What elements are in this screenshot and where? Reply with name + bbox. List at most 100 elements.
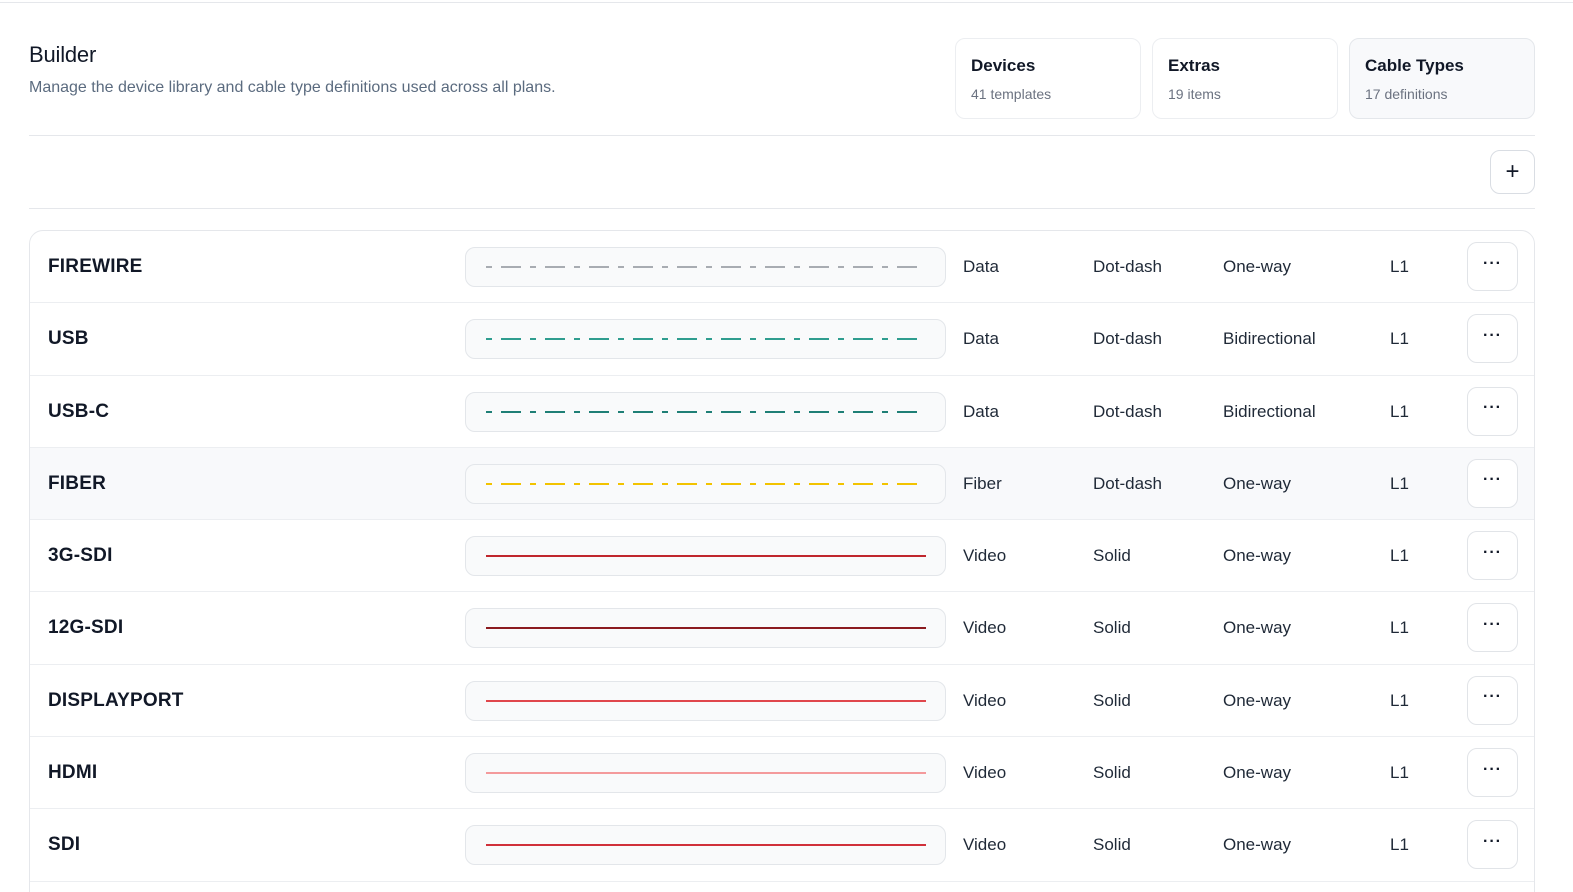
more-horizontal-icon: ··· [1483, 543, 1502, 561]
cable-category: Data [963, 257, 999, 276]
cable-name: 3G-SDI [48, 545, 113, 567]
cable-name: USB-C [48, 400, 110, 422]
cable-line-style: Dot-dash [1093, 329, 1162, 349]
cable-line-icon [486, 627, 926, 630]
more-horizontal-icon: ··· [1483, 471, 1502, 489]
table-row[interactable]: USB-C Data Dot-dash Bidirectional L1 ··· [30, 376, 1534, 448]
cable-line-icon [486, 266, 926, 268]
cable-line-style: Solid [1093, 546, 1131, 566]
cable-direction: One-way [1223, 835, 1292, 855]
cable-line-icon [486, 410, 926, 413]
cable-line-icon [486, 844, 926, 847]
row-more-button[interactable]: ··· [1467, 603, 1518, 653]
cable-line-preview [465, 247, 946, 287]
cable-category: Data [963, 401, 999, 421]
row-more-button[interactable]: ··· [1467, 531, 1518, 581]
table-row[interactable]: DISPLAYPORT Video Solid One-way L1 ··· [30, 665, 1534, 738]
cable-line-icon [486, 699, 926, 702]
more-horizontal-icon: ··· [1483, 760, 1502, 778]
cable-line-style: Dot-dash [1093, 257, 1162, 276]
stat-card-cable-types[interactable]: Cable Types 17 definitions [1349, 38, 1535, 119]
table-row[interactable]: FIBER Fiber Dot-dash One-way L1 ··· [30, 447, 1534, 521]
cable-direction: One-way [1223, 546, 1292, 566]
stat-value: 19 items [1168, 86, 1221, 102]
cable-line-style: Solid [1093, 763, 1131, 783]
cable-line-preview [465, 608, 946, 649]
cable-category: Video [963, 546, 1007, 566]
cable-line-preview [465, 536, 946, 577]
cable-line-preview [465, 680, 946, 721]
cable-level: L1 [1390, 401, 1409, 421]
cable-category: Fiber [963, 473, 1002, 493]
top-divider [0, 2, 1573, 3]
page-title: Builder [29, 42, 97, 67]
cable-name: HDMI [48, 762, 98, 784]
cable-line-preview [465, 753, 946, 794]
cable-line-style: Solid [1093, 835, 1131, 855]
cable-direction: One-way [1223, 618, 1292, 638]
row-more-button[interactable]: ··· [1467, 314, 1518, 364]
cable-direction: One-way [1223, 690, 1292, 710]
more-horizontal-icon: ··· [1483, 326, 1502, 344]
cable-category: Data [963, 329, 999, 349]
cable-line-preview [465, 463, 946, 504]
row-more-button[interactable]: ··· [1467, 748, 1518, 798]
cable-category: Video [963, 618, 1007, 638]
cable-name: FIREWIRE [48, 256, 143, 277]
cable-level: L1 [1390, 257, 1409, 276]
cable-level: L1 [1390, 329, 1409, 349]
cable-level: L1 [1390, 763, 1409, 783]
cable-direction: Bidirectional [1223, 401, 1316, 421]
more-horizontal-icon: ··· [1483, 399, 1502, 417]
cable-direction: One-way [1223, 763, 1292, 783]
cable-level: L1 [1390, 473, 1409, 493]
plus-icon: + [1505, 158, 1520, 185]
add-cable-type-button[interactable]: + [1490, 150, 1535, 194]
row-more-button[interactable]: ··· [1467, 242, 1518, 291]
cable-name: DISPLAYPORT [48, 689, 184, 711]
row-more-button[interactable]: ··· [1467, 675, 1518, 725]
cable-direction: Bidirectional [1223, 329, 1316, 349]
cable-direction: One-way [1223, 257, 1292, 276]
page-header: Builder Manage the device library and ca… [29, 38, 1535, 120]
cable-category: Video [963, 835, 1007, 855]
row-more-button[interactable]: ··· [1467, 386, 1518, 436]
cable-direction: One-way [1223, 473, 1292, 493]
more-horizontal-icon: ··· [1483, 615, 1502, 633]
cable-line-icon [486, 555, 926, 558]
table-row[interactable]: 12G-SDI Video Solid One-way L1 ··· [30, 592, 1534, 665]
stat-card-devices[interactable]: Devices 41 templates [955, 38, 1141, 119]
more-horizontal-icon: ··· [1483, 254, 1502, 272]
toolbar-divider [29, 208, 1535, 209]
cable-line-icon [486, 338, 926, 341]
stat-label: Extras [1168, 56, 1220, 75]
cable-line-style: Dot-dash [1093, 401, 1162, 421]
more-horizontal-icon: ··· [1483, 832, 1502, 850]
cable-line-preview [465, 825, 946, 866]
cable-types-table: FIREWIRE Data Dot-dash One-way L1 ··· USB Data D… [29, 230, 1535, 892]
cable-name: SDI [48, 834, 81, 856]
stat-value: 17 definitions [1365, 86, 1448, 102]
row-more-button[interactable]: ··· [1467, 820, 1518, 870]
cable-line-preview [465, 319, 946, 360]
cable-line-style: Dot-dash [1093, 473, 1162, 493]
stat-value: 41 templates [971, 86, 1052, 102]
table-row[interactable]: USB Data Dot-dash Bidirectional L1 ··· [30, 303, 1534, 376]
cable-category: Video [963, 763, 1007, 783]
page-subtitle: Manage the device library and cable type… [29, 79, 556, 96]
stat-card-extras[interactable]: Extras 19 items [1152, 38, 1338, 119]
cable-category: Video [963, 690, 1007, 710]
header-divider [29, 135, 1535, 136]
stat-label: Cable Types [1365, 56, 1464, 75]
cable-line-style: Solid [1093, 690, 1131, 710]
table-row[interactable]: SDI Video Solid One-way L1 ··· [30, 809, 1534, 882]
cable-line-icon [486, 482, 926, 485]
cable-line-icon [486, 772, 926, 775]
stat-label: Devices [971, 56, 1036, 75]
table-row[interactable]: 3G-SDI Video Solid One-way L1 ··· [30, 520, 1534, 593]
table-row[interactable]: HDMI Video Solid One-way L1 ··· [30, 737, 1534, 810]
table-row[interactable]: FIREWIRE Data Dot-dash One-way L1 ··· [30, 231, 1534, 304]
cable-level: L1 [1390, 690, 1409, 710]
cable-level: L1 [1390, 546, 1409, 566]
row-more-button[interactable]: ··· [1467, 458, 1518, 508]
